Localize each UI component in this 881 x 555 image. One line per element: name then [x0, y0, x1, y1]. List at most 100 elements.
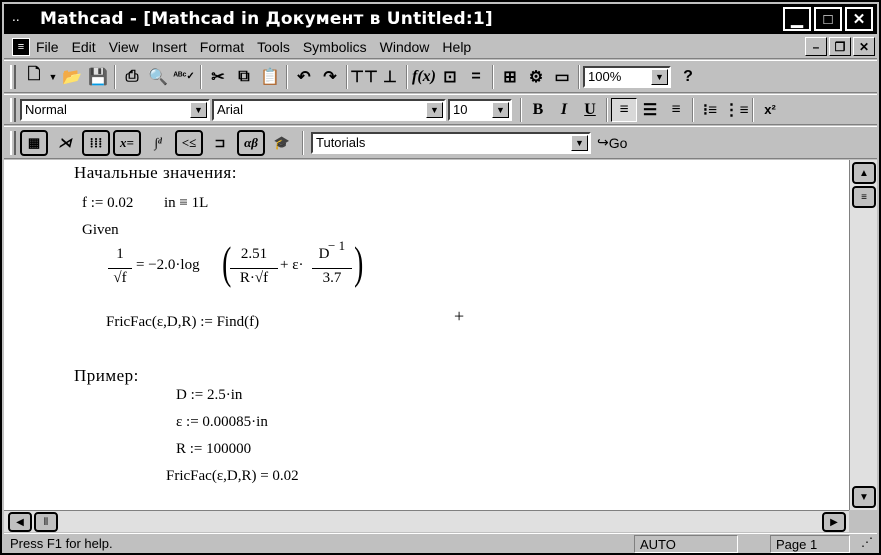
heading-example[interactable]: Пример: — [74, 366, 139, 386]
menu-edit[interactable]: Edit — [72, 39, 96, 55]
calculator-palette-icon[interactable]: ▦ — [20, 129, 48, 156]
scroll-left-button[interactable]: ◀ — [8, 512, 32, 532]
chevron-down-icon[interactable]: ▼ — [651, 68, 668, 85]
toolbar-grip[interactable] — [10, 64, 16, 89]
maximize-button[interactable]: □ — [814, 7, 842, 31]
scroll-right-button[interactable]: ▶ — [822, 512, 846, 532]
underline-button[interactable]: U — [577, 98, 603, 122]
document-icon[interactable]: ≡ — [12, 37, 30, 56]
superscript-button[interactable]: x² — [757, 98, 783, 122]
chevron-down-icon[interactable]: ▼ — [571, 134, 588, 151]
close-button[interactable]: ✕ — [845, 7, 873, 31]
greek-palette-icon[interactable]: αβ — [237, 129, 265, 156]
resize-grip-icon[interactable]: ⋰ — [861, 535, 873, 549]
align-across-icon[interactable]: ⊤⊤ — [350, 64, 378, 90]
paste-icon[interactable]: 📋 — [257, 64, 283, 90]
insert-unit-icon[interactable]: ⊡ — [437, 64, 463, 90]
align-right-icon[interactable]: ≡ — [663, 98, 689, 122]
example-result[interactable]: FricFac(ε,D,R) = 0.02 — [166, 468, 299, 485]
copy-icon[interactable]: ⧉ — [231, 64, 257, 90]
spell-check-icon[interactable]: ᴬᴮᶜ✓ — [171, 64, 197, 90]
component-wizard-icon[interactable]: ⚙ — [523, 64, 549, 90]
calculate-icon[interactable]: = — [463, 64, 489, 90]
fraction-bar — [108, 268, 132, 269]
fricfac-definition[interactable]: FricFac(ε,D,R) := Find(f) — [106, 314, 259, 331]
definition-in[interactable]: in ≡ 1L — [164, 195, 208, 212]
title-bar[interactable]: ∙∙ Mathcad - [Mathcad in Документ в Unti… — [4, 4, 877, 34]
font-size-value: 10 — [453, 102, 468, 117]
graph-palette-icon[interactable]: ⋊ — [51, 129, 79, 156]
worksheet[interactable]: Начальные значения: f := 0.02 in ≡ 1L Gi… — [4, 160, 849, 510]
italic-button[interactable]: I — [551, 98, 577, 122]
go-label: Go — [608, 134, 628, 151]
matrix-palette-icon[interactable]: ⁞⁞⁞ — [82, 129, 110, 156]
bold-button[interactable]: B — [525, 98, 551, 122]
numbering-icon[interactable]: ⋮≡ — [723, 98, 749, 122]
align-center-icon[interactable]: ☰ — [637, 98, 663, 122]
boolean-palette-icon[interactable]: <≤ — [175, 129, 203, 156]
toolbar-grip[interactable] — [10, 130, 16, 155]
dropdown-arrow-icon[interactable]: ▼ — [47, 64, 59, 90]
scroll-thumb[interactable]: ≡ — [852, 186, 876, 208]
menu-format[interactable]: Format — [200, 39, 244, 55]
heading-initial-values[interactable]: Начальные значения: — [74, 163, 237, 183]
undo-icon[interactable]: ↶ — [291, 64, 317, 90]
programming-palette-icon[interactable]: ⊐ — [206, 129, 234, 156]
chevron-down-icon[interactable]: ▼ — [190, 101, 207, 118]
open-folder-icon[interactable]: 📂 — [59, 64, 85, 90]
toolbar-separator — [520, 97, 522, 122]
print-preview-icon[interactable]: 🔍 — [145, 64, 171, 90]
menu-symbolics[interactable]: Symbolics — [303, 39, 367, 55]
menu-tools[interactable]: Tools — [257, 39, 290, 55]
redo-icon[interactable]: ↷ — [317, 64, 343, 90]
print-icon[interactable]: ⎙ — [119, 64, 145, 90]
scroll-corner — [849, 510, 877, 532]
hscroll-thumb[interactable]: ⦀ — [34, 512, 58, 532]
align-down-icon[interactable]: ⊥ — [377, 64, 403, 90]
resource-select[interactable]: Tutorials ▼ — [311, 131, 591, 154]
scroll-up-button[interactable]: ▲ — [852, 162, 876, 184]
example-D[interactable]: D := 2.5·in — [176, 387, 242, 404]
eq-plus-eps: + ε· — [280, 257, 304, 273]
toolbar-grip[interactable] — [10, 97, 16, 122]
chevron-down-icon[interactable]: ▼ — [426, 101, 443, 118]
given-keyword[interactable]: Given — [82, 222, 119, 239]
menu-help[interactable]: Help — [442, 39, 471, 55]
scroll-down-button[interactable]: ▼ — [852, 486, 876, 508]
example-R[interactable]: R := 100000 — [176, 441, 251, 458]
style-select[interactable]: Normal ▼ — [20, 98, 210, 121]
bullets-icon[interactable]: ⁝≡ — [697, 98, 723, 122]
minimize-button[interactable]: ▁ — [783, 7, 811, 31]
align-left-icon[interactable]: ≡ — [611, 97, 637, 122]
horizontal-scrollbar[interactable]: ◀ ⦀ ▶ — [4, 510, 849, 532]
insert-function-icon[interactable]: f(x) — [411, 64, 437, 90]
eq-middle: = −2.0·log — [136, 257, 200, 273]
symbolic-palette-icon[interactable]: 🎓 — [268, 129, 296, 156]
help-icon[interactable]: ? — [675, 64, 701, 90]
zoom-select[interactable]: 100% ▼ — [583, 65, 671, 88]
go-button[interactable]: ↪ Go — [597, 134, 627, 151]
doc-restore-button[interactable]: ❐ — [829, 37, 851, 56]
doc-minimize-button[interactable]: – — [805, 37, 827, 56]
menu-insert[interactable]: Insert — [152, 39, 187, 55]
new-document-icon[interactable]: 🗋 — [21, 64, 47, 90]
status-help: Press F1 for help. — [10, 536, 113, 551]
doc-close-button[interactable]: ✕ — [853, 37, 875, 56]
vertical-scrollbar[interactable]: ▲ ≡ ▼ — [849, 160, 877, 510]
evaluation-palette-icon[interactable]: x= — [113, 129, 141, 156]
mathcad-app-icon[interactable]: ∙∙ — [12, 8, 34, 30]
menu-file[interactable]: File — [36, 39, 59, 55]
font-select[interactable]: Arial ▼ — [212, 98, 446, 121]
calculus-palette-icon[interactable]: ∫ᵈ — [144, 129, 172, 156]
font-size-select[interactable]: 10 ▼ — [448, 98, 512, 121]
save-icon[interactable]: 💾 — [85, 64, 111, 90]
insert-graph-icon[interactable]: ⊞ — [497, 64, 523, 90]
example-eps[interactable]: ε := 0.00085·in — [176, 414, 268, 431]
resource-center-icon[interactable]: ▭ — [549, 64, 575, 90]
cut-icon[interactable]: ✂ — [205, 64, 231, 90]
fraction-bar — [312, 268, 352, 269]
menu-view[interactable]: View — [109, 39, 139, 55]
menu-window[interactable]: Window — [380, 39, 430, 55]
chevron-down-icon[interactable]: ▼ — [492, 101, 509, 118]
definition-f[interactable]: f := 0.02 — [82, 195, 133, 212]
